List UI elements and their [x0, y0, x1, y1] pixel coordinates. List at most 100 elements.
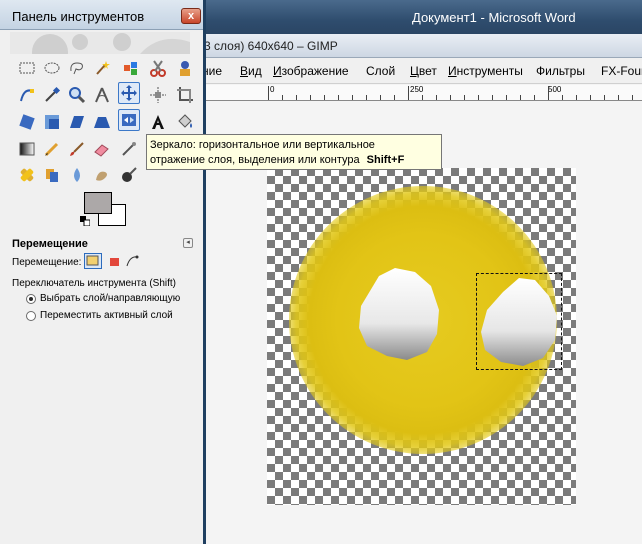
fuzzy-select-icon[interactable]: [91, 57, 113, 79]
image-canvas[interactable]: [267, 168, 576, 505]
radio-pick-layer[interactable]: Выбрать слой/направляющую: [26, 293, 180, 304]
clone-icon[interactable]: [41, 164, 63, 186]
foreground-select-icon[interactable]: [174, 57, 196, 79]
tooltip-shortcut-mod: Shift: [366, 154, 392, 166]
paintbrush-icon[interactable]: [66, 138, 88, 160]
close-icon[interactable]: x: [181, 8, 201, 24]
tool-options-title: Перемещение: [12, 238, 88, 250]
ruler-tick: [548, 86, 549, 100]
toolbox-title-bar[interactable]: Панель инструментов x: [0, 0, 203, 30]
default-colors-icon[interactable]: [80, 216, 90, 226]
ruler-tick: [422, 95, 423, 100]
ruler-tick: [478, 95, 479, 100]
menu-tools-rest: нструменты: [456, 64, 523, 78]
heal-icon[interactable]: [16, 164, 38, 186]
scissors-icon[interactable]: [147, 57, 169, 79]
ruler-tick: [590, 95, 591, 100]
radio-pick-layer-label: Выбрать слой/направляющую: [40, 293, 181, 304]
align-icon[interactable]: [147, 84, 169, 106]
gimp-menu-bar: ние Вид Изображение Слой Цвет Инструмент…: [200, 58, 642, 84]
free-select-icon[interactable]: [66, 57, 88, 79]
menu-color-mnemonic: Ц: [410, 64, 419, 78]
flip-icon[interactable]: [118, 109, 140, 131]
bucket-fill-icon[interactable]: [174, 111, 196, 133]
crop-icon[interactable]: [174, 84, 196, 106]
menu-fx-foundry-label: FX-Foundry: [601, 64, 642, 78]
tooltip-shortcut-key: F: [397, 154, 405, 166]
ruler-tick: [380, 95, 381, 100]
menu-filters[interactable]: Фильтры: [536, 64, 585, 78]
zoom-icon[interactable]: [66, 84, 88, 106]
eraser-icon[interactable]: [91, 138, 113, 160]
rect-select-icon[interactable]: [16, 57, 38, 79]
ruler-tick: [604, 95, 605, 100]
ruler-tick: [506, 95, 507, 100]
ruler-tick: [450, 95, 451, 100]
menu-view[interactable]: Вид: [240, 64, 262, 78]
ruler-tick: [268, 86, 269, 100]
text-icon[interactable]: [147, 111, 169, 133]
tooltip-line-1: Зеркало: горизонтальное или вертикальное: [150, 139, 375, 151]
radio-pick-layer-button[interactable]: [26, 293, 36, 304]
tool-toggle-label: Переключатель инструмента (Shift): [12, 278, 177, 289]
pencil-icon[interactable]: [41, 138, 63, 160]
radio-move-active-layer[interactable]: Переместить активный слой: [26, 310, 173, 321]
ruler-tick: [324, 95, 325, 100]
ruler-tick: [408, 86, 409, 100]
menu-tools-mnemonic: И: [448, 64, 457, 78]
rotate-icon[interactable]: [16, 111, 38, 133]
ruler-tick: [436, 95, 437, 100]
tooltip-line-2-row: отражение слоя, выделения или контура Sh…: [150, 153, 438, 168]
menu-layer[interactable]: Слой: [366, 64, 395, 78]
tooltip-line-2: отражение слоя, выделения или контура: [150, 154, 360, 166]
radio-move-active-layer-button[interactable]: [26, 310, 36, 321]
ruler-tick: [520, 95, 521, 100]
move-icon[interactable]: [118, 82, 140, 104]
menu-tools[interactable]: Инструменты: [448, 64, 523, 78]
blur-icon[interactable]: [66, 164, 88, 186]
foreground-color-swatch[interactable]: [84, 192, 112, 214]
menu-color-rest: вет: [418, 64, 437, 78]
options-menu-icon[interactable]: ◂: [183, 238, 193, 248]
ruler-tick: [338, 95, 339, 100]
measure-icon[interactable]: [91, 84, 113, 106]
smudge-icon[interactable]: [91, 164, 113, 186]
ellipse-select-icon[interactable]: [41, 57, 63, 79]
menu-image-rest: зображение: [281, 64, 349, 78]
move-selection-mode-icon[interactable]: [110, 258, 119, 266]
horizontal-ruler[interactable]: 0 250 500: [200, 85, 642, 101]
word-title-bar[interactable]: Документ1 - Microsoft Word: [200, 0, 642, 34]
color-picker-icon[interactable]: [41, 84, 63, 106]
menu-view-mnemonic: В: [240, 64, 249, 78]
color-select-icon[interactable]: [120, 57, 142, 79]
tooltip-shortcut: Shift+F: [367, 154, 405, 166]
gimp-image-window: 3 слоя) 640x640 – GIMP ние Вид Изображен…: [200, 34, 642, 544]
move-layer-mode-icon[interactable]: [84, 253, 102, 269]
menu-image[interactable]: Изображение: [273, 64, 349, 78]
menu-color[interactable]: Цвет: [410, 64, 437, 78]
shear-icon[interactable]: [66, 111, 88, 133]
airbrush-icon[interactable]: [118, 138, 140, 160]
ruler-tick: [534, 95, 535, 100]
toolbox-panel: Панель инструментов x Перемещение ◂ Пере…: [0, 0, 206, 544]
toolbox-title: Панель инструментов: [12, 9, 145, 24]
gimp-title-bar[interactable]: 3 слоя) 640x640 – GIMP: [200, 34, 642, 58]
ruler-tick: [492, 95, 493, 100]
menu-view-rest: ид: [248, 64, 262, 78]
paths-icon[interactable]: [16, 84, 38, 106]
ruler-tick: [576, 95, 577, 100]
perspective-icon[interactable]: [91, 111, 113, 133]
ruler-tick: [618, 95, 619, 100]
scale-icon[interactable]: [41, 111, 63, 133]
ruler-tick: [282, 95, 283, 100]
dodge-burn-icon[interactable]: [118, 164, 140, 186]
move-path-mode-icon[interactable]: [125, 254, 139, 268]
ruler-tick: [394, 95, 395, 100]
blend-icon[interactable]: [16, 138, 38, 160]
wilber-drop-area: [10, 32, 190, 54]
selection-marquee[interactable]: [476, 273, 562, 370]
color-area: [80, 188, 132, 230]
flip-tool-tooltip: Зеркало: горизонтальное или вертикальное…: [146, 134, 442, 170]
menu-fx-foundry[interactable]: FX-Foundry: [601, 64, 642, 78]
menu-layer-label: Слой: [366, 64, 396, 78]
